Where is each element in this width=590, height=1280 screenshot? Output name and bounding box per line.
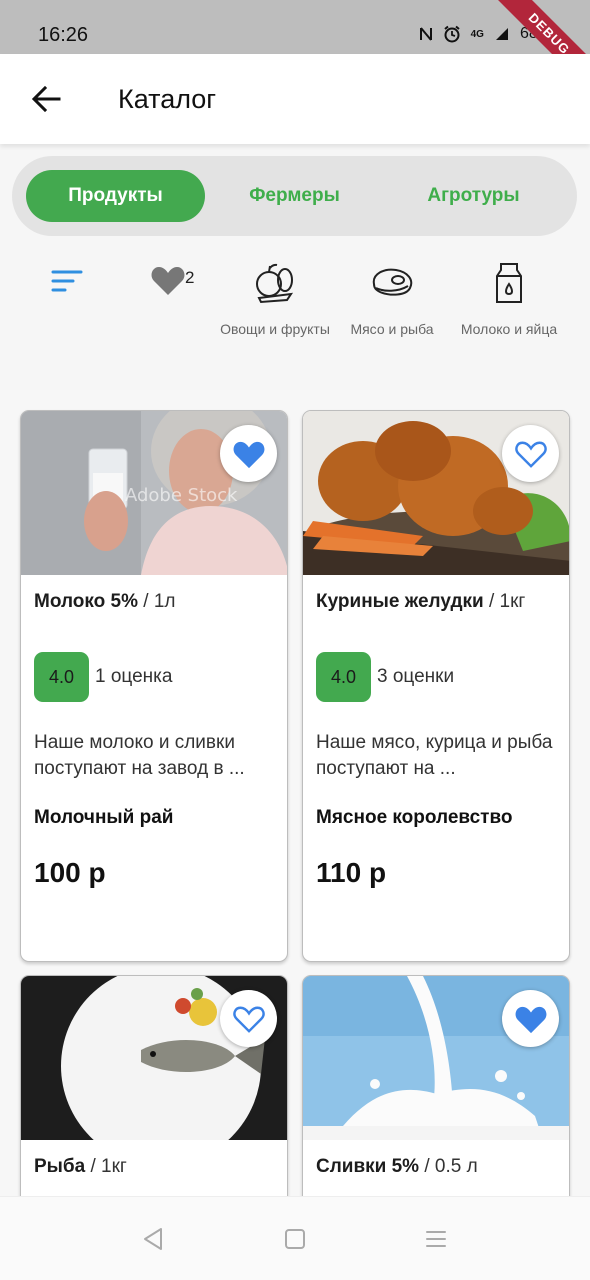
product-seller: Молочный рай: [34, 807, 174, 828]
rating-count: 3 оценки: [377, 666, 455, 687]
tab-products[interactable]: Продукты: [26, 170, 205, 222]
product-title: Куриные желудки / 1кг: [316, 591, 525, 613]
status-bar: 16:26 4G 68% DEBUG: [0, 0, 590, 103]
sort-button[interactable]: [50, 268, 84, 294]
product-name: Сливки 5%: [316, 1156, 420, 1177]
alarm-icon: [443, 25, 461, 43]
system-nav-bar: [0, 1196, 590, 1280]
product-title: Рыба / 1кг: [34, 1156, 127, 1178]
product-card[interactable]: Рыба / 1кг: [20, 975, 288, 1196]
product-card[interactable]: Adobe Stock Молоко 5% / 1л 4.0 1 оценка …: [20, 410, 288, 962]
nav-menu-button[interactable]: [416, 1219, 456, 1259]
category-milk-eggs[interactable]: Молоко и яйца: [454, 262, 564, 339]
heart-filled-icon: [233, 441, 264, 468]
product-card[interactable]: Сливки 5% / 0.5 л: [302, 975, 570, 1196]
product-title: Сливки 5% / 0.5 л: [316, 1156, 478, 1178]
favorite-button[interactable]: [220, 425, 277, 482]
nav-home-button[interactable]: [275, 1219, 315, 1259]
milk-icon: [496, 263, 522, 303]
rating-count: 1 оценка: [95, 666, 173, 687]
product-name: Молоко 5%: [34, 591, 138, 612]
status-time: 16:26: [38, 24, 89, 46]
rating-badge: 4.0: [316, 652, 371, 702]
category-meat-fish[interactable]: Мясо и рыба: [337, 262, 447, 339]
category-vegetables[interactable]: Овощи и фрукты: [220, 262, 330, 339]
category-label: Овощи и фрукты: [220, 321, 330, 337]
favorite-button[interactable]: [502, 425, 559, 482]
signal-icon: [494, 26, 510, 42]
product-unit: / 0.5 л: [424, 1156, 478, 1177]
nfc-icon: [419, 26, 433, 42]
square-home-icon: [285, 1229, 305, 1249]
product-description: Наше мясо, курица и рыба поступают на ..…: [316, 732, 553, 779]
product-rating: 4.0 1 оценка: [34, 652, 172, 702]
menu-icon: [426, 1231, 446, 1247]
favorite-button[interactable]: [220, 990, 277, 1047]
product-seller: Мясное королевство: [316, 807, 513, 828]
product-card[interactable]: Куриные желудки / 1кг 4.0 3 оценки Наше …: [302, 410, 570, 962]
app-bar: Каталог: [0, 54, 590, 144]
product-price: 110 р: [316, 857, 387, 888]
page-title: Каталог: [118, 84, 217, 114]
product-grid: Adobe Stock Молоко 5% / 1л 4.0 1 оценка …: [0, 390, 590, 1196]
category-label: Молоко и яйца: [460, 321, 558, 337]
heart-outline-icon: [232, 1006, 265, 1033]
network-indicator: 4G: [470, 28, 484, 40]
heart-filled-icon: [515, 1006, 546, 1033]
product-unit: / 1кг: [488, 591, 526, 612]
tab-farmers[interactable]: Фермеры: [205, 170, 384, 222]
product-name: Куриные желудки: [316, 591, 484, 612]
product-rating: 4.0 3 оценки: [316, 652, 454, 702]
tab-agrotours[interactable]: Агротуры: [384, 170, 563, 222]
product-name: Рыба: [34, 1156, 86, 1177]
back-button[interactable]: [26, 79, 66, 119]
product-price: 100 р: [34, 857, 106, 888]
heart-filled-icon: [151, 267, 185, 295]
image-watermark: Adobe Stock: [125, 485, 238, 506]
meat-icon: [372, 268, 413, 296]
sort-icon: [51, 270, 83, 292]
product-title: Молоко 5% / 1л: [34, 591, 176, 613]
favorites-filter-button[interactable]: 2: [150, 264, 194, 296]
favorite-button[interactable]: [502, 990, 559, 1047]
catalog-tabs: Продукты Фермеры Агротуры: [12, 156, 577, 236]
nav-back-button[interactable]: [133, 1219, 173, 1259]
arrow-left-icon: [31, 86, 61, 112]
filter-bar: 2 Овощи и фрукты Мясо и рыба Молоко и яй…: [0, 250, 590, 388]
product-unit: / 1л: [143, 591, 176, 612]
rating-badge: 4.0: [34, 652, 89, 702]
product-description: Наше молоко и сливки поступают на завод …: [34, 732, 245, 779]
product-unit: / 1кг: [90, 1156, 127, 1177]
triangle-back-icon: [144, 1228, 162, 1250]
favorites-count: 2: [185, 268, 195, 287]
heart-outline-icon: [514, 441, 547, 468]
vegetables-icon: [256, 263, 294, 304]
category-label: Мясо и рыба: [350, 321, 434, 337]
